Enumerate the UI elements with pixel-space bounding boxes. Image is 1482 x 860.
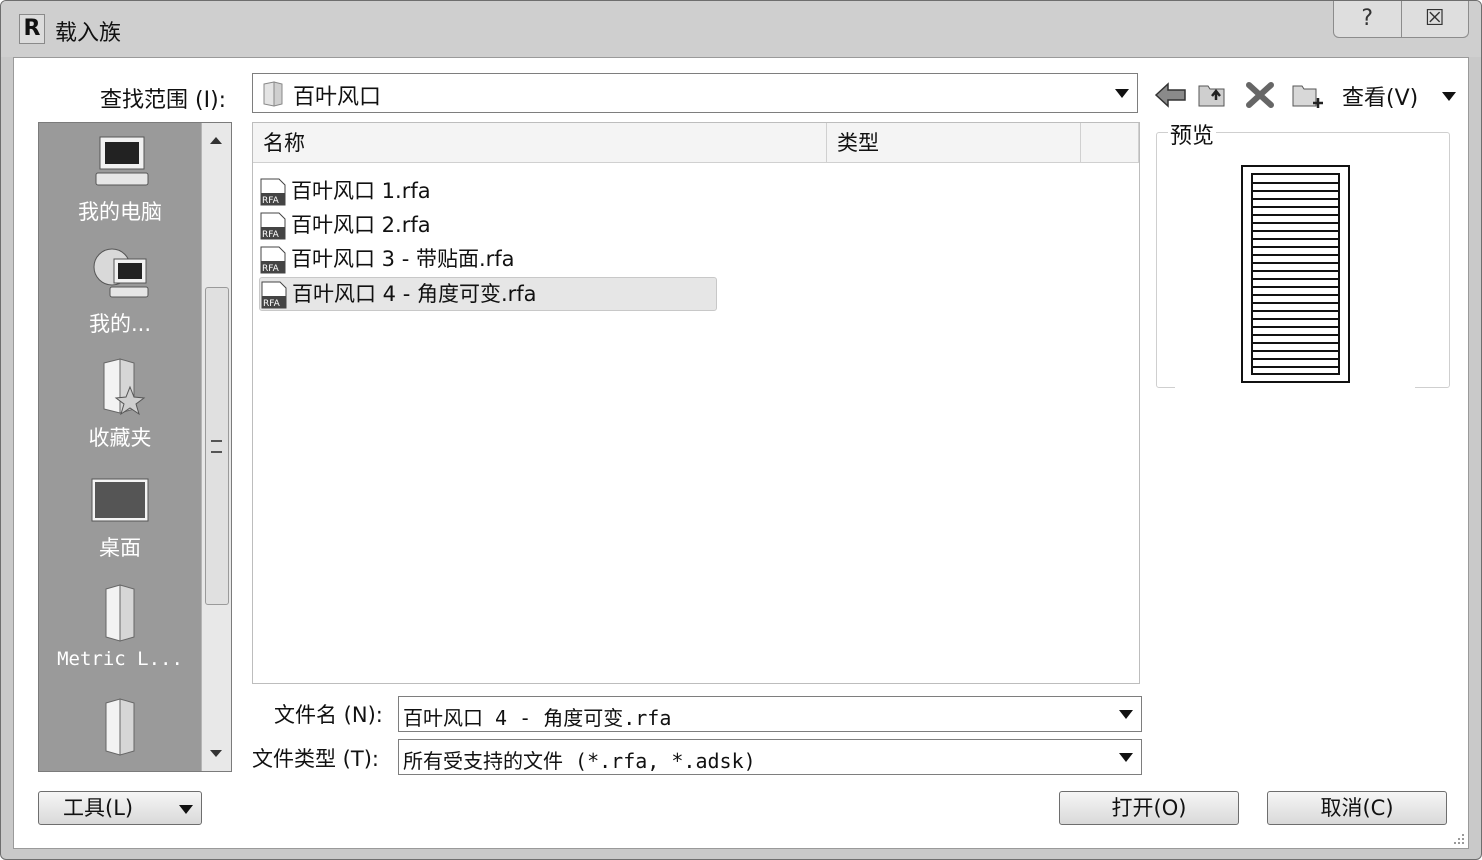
desktop-icon (91, 478, 149, 522)
svg-text:RFA: RFA (263, 299, 281, 309)
places-item-favorites[interactable]: 收藏夹 (39, 357, 201, 452)
dialog-client-area: 查找范围 (I): 百叶风口 查看(V) 我的电脑 我的... 收藏夹 桌面 M… (13, 57, 1469, 849)
file-name: 百叶风口 4 - 角度可变.rfa (292, 282, 537, 306)
file-row[interactable]: RFA 百叶风口 2.rfa (259, 209, 431, 241)
places-item-my-computer[interactable]: 我的电脑 (39, 133, 201, 226)
places-item-label: Metric L... (57, 648, 183, 670)
title-bar: R 载入族 ? ☒ (1, 1, 1481, 57)
look-in-label: 查找范围 (I): (100, 88, 227, 113)
help-button[interactable]: ? (1334, 1, 1401, 37)
louver-preview-icon (1241, 165, 1350, 383)
preview-group (1156, 132, 1450, 389)
preview-image (1175, 153, 1415, 389)
preview-label: 预览 (1168, 118, 1217, 150)
favorites-folder-icon (103, 358, 146, 416)
file-name: 百叶风口 3 - 带贴面.rfa (291, 247, 515, 271)
svg-text:RFA: RFA (262, 230, 280, 240)
places-item-folder[interactable] (39, 697, 201, 762)
folder-icon (105, 698, 135, 756)
look-in-value: 百叶风口 (293, 85, 382, 110)
file-name-combo[interactable]: 百叶风口 4 - 角度可变.rfa (398, 696, 1142, 732)
look-in-combo[interactable]: 百叶风口 (252, 73, 1138, 113)
title-buttons: ? ☒ (1333, 1, 1469, 38)
places-item-desktop[interactable]: 桌面 (39, 473, 201, 562)
column-header-name[interactable]: 名称 (253, 123, 827, 163)
chevron-down-icon[interactable] (1115, 89, 1129, 98)
file-type-label: 文件类型 (T): (252, 747, 379, 771)
file-list: 名称 类型 RFA 百叶风口 1.rfa RFA 百叶风口 2.rfa RFA … (252, 122, 1140, 684)
computer-icon (95, 136, 149, 186)
file-type-value: 所有受支持的文件 (*.rfa, *.adsk) (403, 749, 756, 773)
scroll-down-icon[interactable] (210, 750, 222, 757)
svg-text:RFA: RFA (262, 196, 280, 206)
up-folder-icon[interactable] (1196, 78, 1230, 110)
view-menu-label[interactable]: 查看(V) (1342, 80, 1418, 112)
column-header-extra[interactable] (1081, 123, 1139, 163)
places-scrollbar[interactable] (201, 123, 231, 771)
places-item-label: 收藏夹 (88, 426, 152, 450)
scroll-up-icon[interactable] (210, 137, 222, 144)
file-name-value: 百叶风口 4 - 角度可变.rfa (403, 706, 672, 730)
grip-icon (211, 440, 222, 453)
tools-button-label: 工具(L) (63, 796, 134, 820)
file-row-selected[interactable]: RFA 百叶风口 4 - 角度可变.rfa (259, 277, 717, 311)
back-arrow-icon[interactable] (1154, 80, 1188, 110)
delete-icon[interactable] (1244, 80, 1276, 110)
revit-app-icon: R (19, 14, 45, 44)
file-type-combo[interactable]: 所有受支持的文件 (*.rfa, *.adsk) (398, 739, 1142, 775)
places-item-label: 我的电脑 (78, 200, 162, 224)
column-header-type[interactable]: 类型 (827, 123, 1081, 163)
rfa-file-icon: RFA (259, 178, 287, 206)
close-button[interactable]: ☒ (1400, 1, 1469, 37)
dialog-title: 载入族 (55, 21, 122, 46)
chevron-down-icon[interactable] (1119, 753, 1133, 762)
places-item-label: 桌面 (99, 536, 141, 560)
rfa-file-icon: RFA (260, 281, 288, 309)
resize-grip-icon[interactable] (1450, 830, 1466, 846)
places-item-metric-library[interactable]: Metric L... (39, 583, 201, 670)
file-name-label: 文件名 (N): (274, 703, 383, 727)
scroll-thumb[interactable] (205, 287, 229, 605)
file-row[interactable]: RFA 百叶风口 3 - 带贴面.rfa (259, 243, 515, 275)
network-computer-icon (93, 248, 149, 298)
places-bar: 我的电脑 我的... 收藏夹 桌面 Metric L... (38, 122, 232, 772)
file-name: 百叶风口 1.rfa (291, 179, 431, 203)
cancel-button[interactable]: 取消(C) (1267, 791, 1447, 825)
load-family-dialog: R 载入族 ? ☒ 查找范围 (I): 百叶风口 查看(V) 我的电脑 我的..… (0, 0, 1482, 860)
chevron-down-icon (179, 805, 193, 814)
chevron-down-icon[interactable] (1119, 710, 1133, 719)
new-folder-icon[interactable] (1290, 78, 1324, 110)
places-item-label: 我的... (88, 312, 152, 336)
file-row[interactable]: RFA 百叶风口 1.rfa (259, 175, 431, 207)
folder-icon (263, 81, 283, 107)
view-dropdown-icon[interactable] (1442, 92, 1456, 101)
open-button[interactable]: 打开(O) (1059, 791, 1239, 825)
rfa-file-icon: RFA (259, 246, 287, 274)
tools-button[interactable]: 工具(L) (38, 791, 202, 825)
svg-text:RFA: RFA (262, 264, 280, 274)
file-name: 百叶风口 2.rfa (291, 213, 431, 237)
rfa-file-icon: RFA (259, 212, 287, 240)
folder-icon (105, 584, 135, 642)
places-item-network[interactable]: 我的... (39, 245, 201, 338)
